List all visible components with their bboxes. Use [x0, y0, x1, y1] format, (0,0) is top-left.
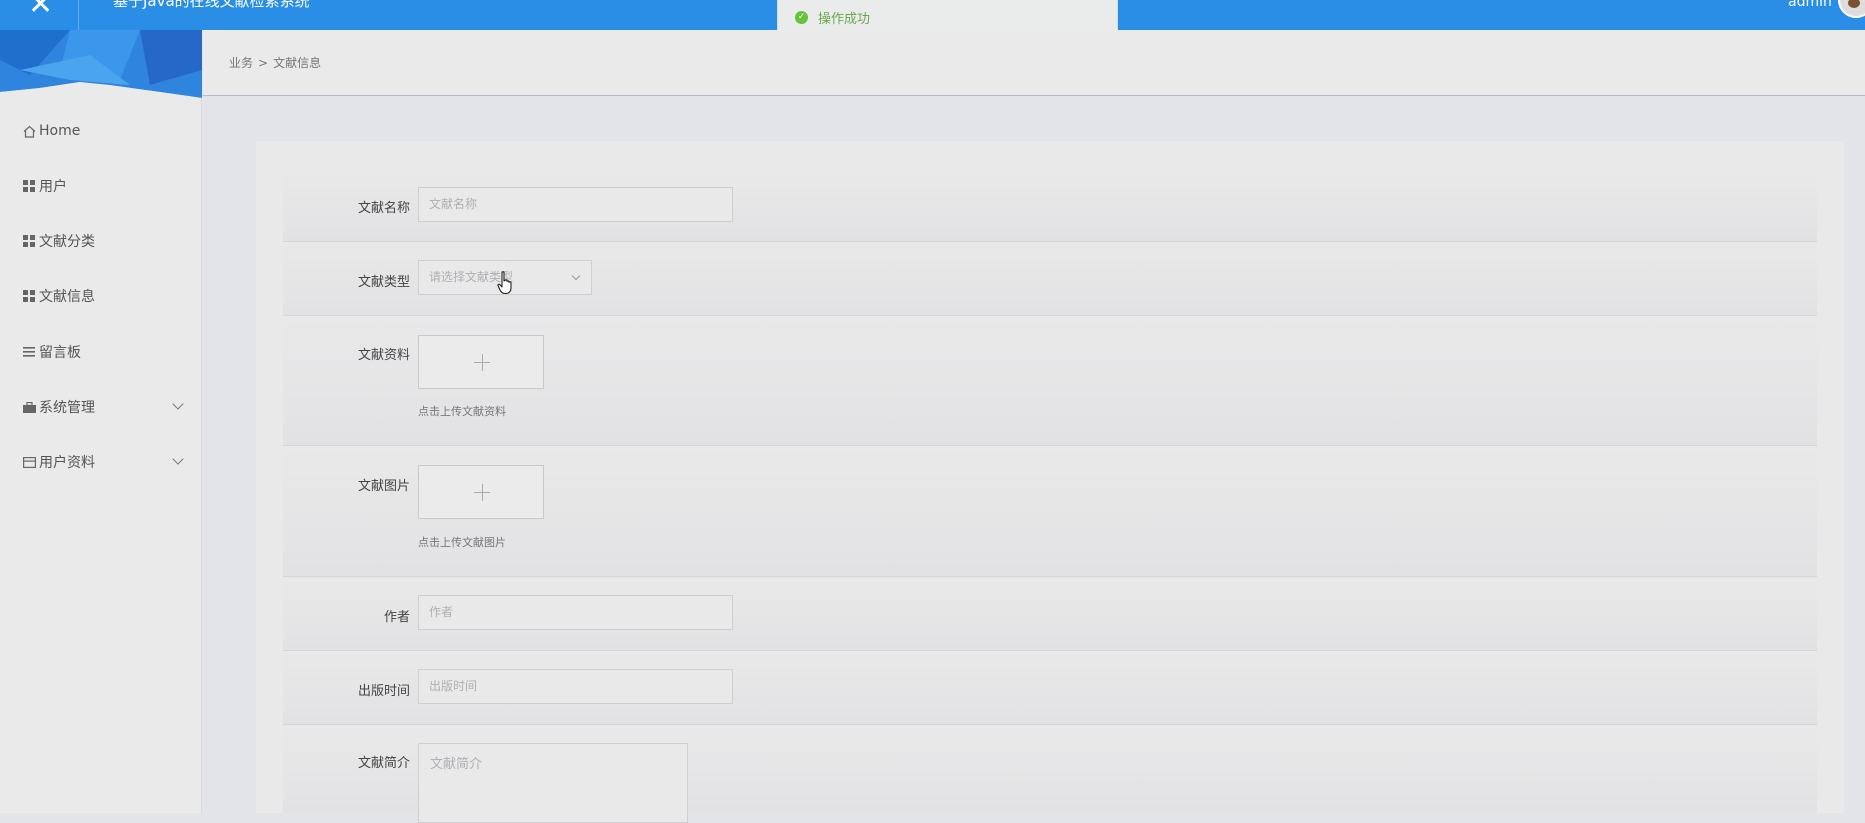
file-label: 文献资料	[357, 348, 410, 363]
user-name[interactable]: admin	[1788, 0, 1832, 11]
avatar[interactable]	[1838, 0, 1865, 18]
sidebar-item-doc-info[interactable]: 文献信息	[0, 281, 202, 311]
image-label: 文献图片	[357, 479, 410, 494]
author-label: 作者	[383, 610, 410, 625]
publish-time-input[interactable]: 出版时间	[418, 669, 733, 704]
form-row-intro: 文献简介 文献简介	[283, 725, 1817, 823]
check-circle-icon: ✓	[795, 11, 808, 24]
close-icon[interactable]: ✕	[28, 0, 53, 20]
form-card: 文献名称 文献名称 文献类型 请选择文献类型 文献资料 点击上传文献资料 文献图…	[256, 141, 1844, 823]
breadcrumb: 业务 > 文献信息	[229, 54, 321, 71]
briefcase-icon	[21, 401, 37, 413]
home-icon	[21, 125, 37, 138]
sidebar-item-label: 留言板	[39, 345, 81, 361]
sidebar-item-label: 用户	[39, 179, 67, 195]
intro-label: 文献简介	[357, 756, 410, 771]
chevron-down-icon	[172, 398, 184, 410]
breadcrumb-parent[interactable]: 业务	[229, 56, 253, 70]
sidebar-banner	[0, 30, 202, 98]
chevron-down-icon	[571, 271, 581, 281]
sidebar-item-users[interactable]: 用户	[0, 171, 202, 201]
grid-icon	[21, 235, 37, 247]
sidebar-item-user-profile[interactable]: 用户资料	[0, 447, 202, 477]
image-upload-button[interactable]	[418, 465, 544, 519]
breadcrumb-bar: 业务 > 文献信息	[203, 30, 1865, 96]
image-upload-hint: 点击上传文献图片	[418, 536, 506, 549]
sidebar-item-label: 文献分类	[39, 234, 95, 250]
sidebar: Home 用户 文献分类 文献信息 留言板 系统管理 用户资料	[0, 30, 202, 813]
breadcrumb-current: 文献信息	[273, 56, 322, 70]
sidebar-item-message-board[interactable]: 留言板	[0, 337, 202, 367]
form-row-publish-time: 出版时间 出版时间	[283, 651, 1817, 725]
type-label: 文献类型	[357, 275, 410, 290]
form-row-image: 文献图片 点击上传文献图片	[283, 446, 1817, 577]
toast-message: 操作成功	[818, 12, 871, 27]
intro-textarea[interactable]: 文献简介	[418, 743, 688, 823]
file-upload-button[interactable]	[418, 335, 544, 389]
sidebar-item-home[interactable]: Home	[0, 116, 202, 146]
name-label: 文献名称	[357, 201, 410, 216]
grid-icon	[21, 180, 37, 192]
form-row-author: 作者 作者	[283, 577, 1817, 651]
name-input[interactable]: 文献名称	[418, 187, 733, 222]
sidebar-item-label: 用户资料	[39, 455, 95, 471]
sidebar-item-label: 文献信息	[39, 289, 95, 305]
sidebar-item-doc-category[interactable]: 文献分类	[0, 226, 202, 256]
file-upload-hint: 点击上传文献资料	[418, 405, 506, 418]
hand-cursor-icon	[497, 271, 512, 295]
sidebar-item-system-management[interactable]: 系统管理	[0, 392, 202, 422]
chevron-down-icon	[172, 453, 184, 465]
sidebar-item-label: Home	[39, 123, 81, 139]
app-title: 基于Java的在线文献检索系统	[113, 0, 310, 10]
list-icon	[21, 347, 37, 357]
sidebar-item-label: 系统管理	[39, 400, 95, 416]
author-input[interactable]: 作者	[418, 595, 733, 630]
form-row-name: 文献名称 文献名称	[283, 172, 1817, 242]
card-icon	[21, 456, 37, 468]
grid-icon	[21, 290, 37, 302]
form-row-file: 文献资料 点击上传文献资料	[283, 316, 1817, 446]
breadcrumb-separator: >	[258, 56, 269, 70]
header-divider	[78, 0, 79, 30]
publish-time-label: 出版时间	[357, 684, 410, 699]
